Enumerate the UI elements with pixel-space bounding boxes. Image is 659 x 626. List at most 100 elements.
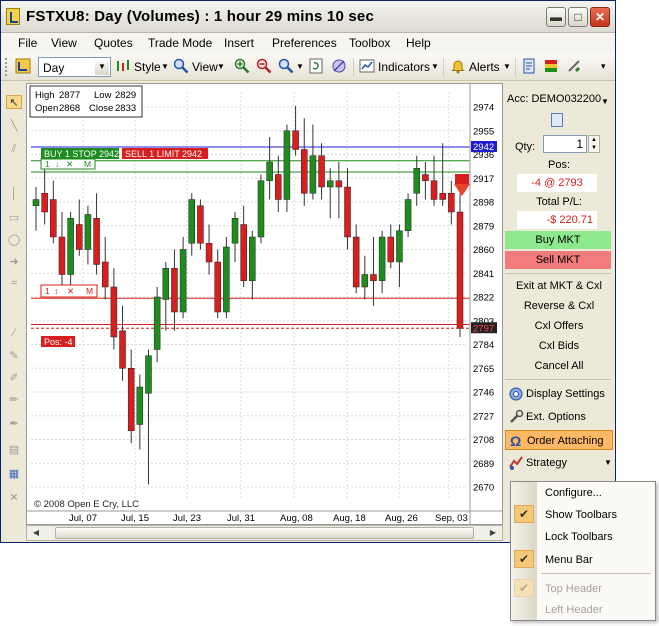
pointer-tool-icon[interactable]: ↖	[6, 95, 22, 109]
x-tick-label: Aug, 08	[280, 513, 313, 524]
menu-preferences[interactable]: Preferences	[272, 36, 337, 50]
ext-options-button[interactable]: Ext. Options	[505, 407, 613, 427]
period-select[interactable]: Day ▼	[38, 57, 111, 77]
channel-tool-icon[interactable]: ⫽	[6, 143, 22, 157]
chevron-down-icon[interactable]: ▼	[161, 62, 169, 71]
menu-trade-mode[interactable]: Trade Mode	[148, 36, 212, 50]
line-tool-icon[interactable]: ╲	[6, 119, 22, 133]
scrollbar-thumb[interactable]	[55, 527, 474, 539]
reverse-cxl-button[interactable]: Reverse & Cxl	[503, 300, 615, 312]
cxl-bids-button[interactable]: Cxl Bids	[503, 340, 615, 352]
cancel-order-icon[interactable]: ✕	[66, 159, 73, 169]
arrow-down-icon[interactable]: ↓	[55, 159, 59, 169]
brush-tool-icon[interactable]: ✐	[6, 371, 22, 385]
sell-mkt-button[interactable]: Sell MKT	[505, 251, 611, 269]
refresh-icon[interactable]	[308, 58, 324, 74]
account-selector[interactable]: Acc: DEMO032200	[507, 93, 601, 105]
panel-separator	[505, 379, 611, 380]
candle-body	[430, 180, 438, 200]
chevron-down-icon[interactable]: ▼	[601, 97, 609, 106]
menu-lock-toolbars[interactable]: Lock Toolbars	[545, 531, 613, 543]
menu-configure[interactable]: Configure...	[545, 487, 602, 499]
ext-options-label: Ext. Options	[526, 411, 586, 423]
x-tick-label: Aug, 18	[333, 513, 366, 524]
menu-quotes[interactable]: Quotes	[94, 36, 133, 50]
menu-toolbox[interactable]: Toolbox	[349, 36, 390, 50]
toolbar-grip[interactable]	[5, 58, 9, 76]
rectangle-tool-icon[interactable]: ▭	[6, 211, 22, 225]
menu-menu-bar[interactable]: Menu Bar	[545, 554, 593, 566]
alerts-menu-button[interactable]: Alerts	[469, 60, 500, 74]
position-tag[interactable]: Pos: -4	[41, 336, 75, 347]
menu-left-header: Left Header	[545, 604, 603, 616]
candle-body	[344, 186, 351, 238]
cxl-offers-button[interactable]: Cxl Offers	[503, 320, 615, 332]
menu-insert[interactable]: Insert	[224, 36, 254, 50]
tools-icon[interactable]	[566, 58, 582, 74]
cancel-all-button[interactable]: Cancel All	[503, 360, 615, 372]
toolbar-overflow-icon[interactable]: ▾	[601, 61, 606, 72]
vertical-line-icon[interactable]: │	[6, 188, 22, 202]
scroll-left-button[interactable]: ◀	[29, 527, 43, 539]
menu-show-toolbars[interactable]: Show Toolbars	[545, 509, 617, 521]
object-list-icon[interactable]: ▦	[6, 467, 22, 481]
position-market-button[interactable]: M	[86, 286, 93, 296]
x-tick-label: Sep, 03	[435, 513, 468, 524]
fibonacci-tool-icon[interactable]: ⁄	[6, 327, 22, 341]
menu-help[interactable]: Help	[406, 36, 431, 50]
zoom-in-icon[interactable]	[234, 58, 250, 74]
buy-order-qty: 1	[45, 159, 50, 169]
buy-order-controls[interactable]: 1 ↓ ✕ M	[40, 158, 96, 170]
strategy-menu-button[interactable]: Strategy ▼	[505, 453, 613, 473]
order-attaching-button[interactable]: Ω Order Attaching	[505, 430, 613, 450]
qty-input[interactable]: 1	[543, 135, 587, 153]
calculator-icon[interactable]	[551, 113, 563, 127]
exit-mkt-cxl-button[interactable]: Exit at MKT & Cxl	[503, 280, 615, 292]
y-tick-label: 2879	[473, 221, 494, 232]
style-menu-button[interactable]: Style	[134, 60, 161, 74]
zoom-menu-icon[interactable]	[278, 58, 294, 74]
properties-icon[interactable]	[521, 58, 537, 74]
display-settings-button[interactable]: Display Settings	[505, 384, 613, 404]
ellipse-tool-icon[interactable]: ◯	[6, 233, 22, 247]
minimize-button[interactable]: ▬	[546, 7, 566, 27]
text-tool-icon[interactable]: ✒	[6, 417, 22, 431]
sell-limit-order[interactable]: SELL 1 LIMIT 2942	[122, 148, 208, 159]
close-button[interactable]: ✕	[590, 7, 610, 27]
zoom-out-icon[interactable]	[256, 58, 272, 74]
wave-tool-icon[interactable]: ≈	[6, 277, 22, 291]
view-menu-button[interactable]: View	[192, 60, 218, 74]
buy-stop-order[interactable]: BUY 1 STOP 2942	[41, 148, 119, 159]
chevron-down-icon[interactable]: ▼	[217, 62, 225, 71]
buy-stop-label: BUY 1 STOP 2942	[44, 149, 119, 159]
chevron-down-icon[interactable]: ▼	[95, 59, 109, 75]
delete-tool-icon[interactable]: ✕	[6, 491, 22, 505]
position-order-controls[interactable]: 1 ↕ ✕ M	[40, 284, 98, 298]
pencil-tool-icon[interactable]: ✏	[6, 393, 22, 407]
buy-order-market-button[interactable]: M	[84, 159, 91, 169]
arrow-updown-icon[interactable]: ↕	[54, 286, 58, 296]
arrow-tool-icon[interactable]: ➜	[6, 255, 22, 269]
maximize-button[interactable]: □	[568, 7, 588, 27]
menu-view[interactable]: View	[51, 36, 77, 50]
indicators-menu-button[interactable]: Indicators	[378, 60, 430, 74]
last-price-tag-text: 2797	[473, 323, 494, 334]
color-scheme-icon[interactable]	[543, 58, 559, 74]
menu-file[interactable]: File	[18, 36, 37, 50]
pen-tool-icon[interactable]: ✎	[6, 349, 22, 363]
window-title: FSTXU8: Day (Volumes) : 1 hour 29 mins 1…	[26, 8, 374, 25]
horizontal-scrollbar[interactable]: ◀ ▶	[26, 525, 503, 541]
chevron-down-icon[interactable]: ▼	[296, 62, 304, 71]
levels-tool-icon[interactable]: ▤	[6, 443, 22, 457]
title-bar[interactable]: FSTXU8: Day (Volumes) : 1 hour 29 mins 1…	[1, 1, 615, 33]
crosshair-icon[interactable]	[331, 58, 347, 74]
chevron-down-icon[interactable]: ▼	[431, 62, 439, 71]
chevron-down-icon[interactable]: ▼	[503, 62, 511, 71]
qty-stepper[interactable]: ▲ ▼	[588, 135, 600, 153]
cancel-order-icon[interactable]: ✕	[67, 286, 74, 296]
price-chart[interactable]: 2974 2955 2936 2917 2898 2879 2860 2841 2822 2803…	[26, 83, 503, 525]
scroll-right-button[interactable]: ▶	[486, 527, 500, 539]
checkmark-icon: ✔	[514, 550, 534, 568]
period-icon[interactable]	[15, 58, 31, 74]
buy-mkt-button[interactable]: Buy MKT	[505, 231, 611, 249]
